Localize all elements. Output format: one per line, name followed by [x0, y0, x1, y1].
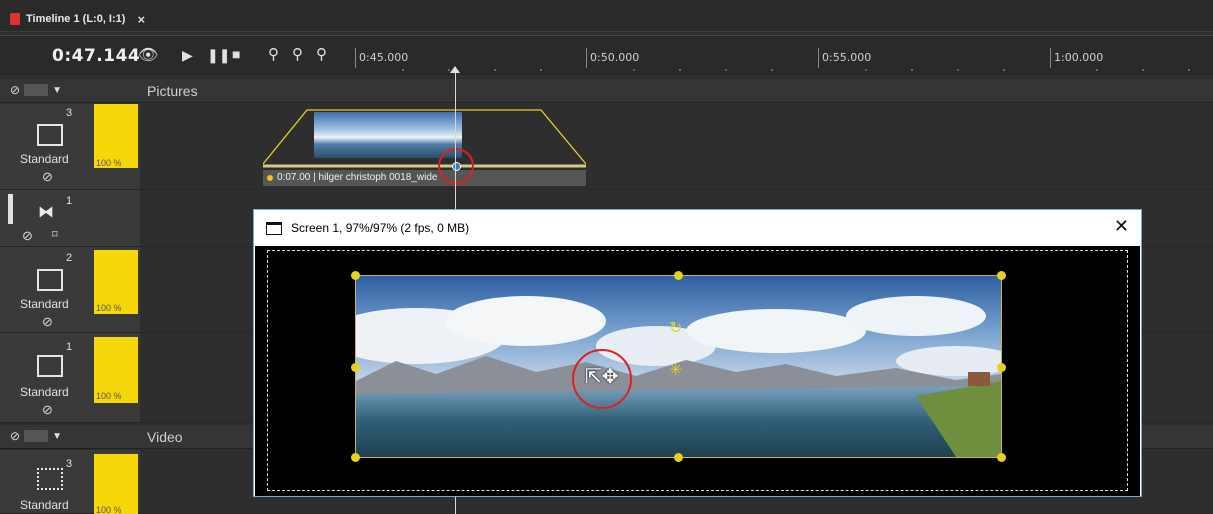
disable-icon[interactable]: ⊘	[42, 402, 53, 418]
track-header[interactable]: 3 Standard ⊘ 100 %	[0, 104, 140, 190]
eye-icon[interactable]: 👁	[138, 45, 158, 65]
track-number: 3	[66, 107, 73, 119]
clip-label-bar: 0:07.00 | hilger christoph 0018_wide	[263, 170, 586, 186]
move-cursor-icon: ⇱✥	[585, 366, 619, 388]
clip-thumbnail	[314, 112, 462, 158]
ruler-label: 0:45.000	[359, 51, 409, 64]
zoom-fit-icon[interactable]: ⚲	[292, 45, 303, 63]
disable-icon[interactable]: ⊘	[22, 228, 33, 244]
disable-icon[interactable]: ⊘	[10, 83, 20, 97]
timeline-panel: Timeline 1 (L:0, I:1) × 0:47.144 👁 ▶ ❚❚ …	[0, 0, 1213, 514]
grip-icon[interactable]	[24, 84, 49, 96]
marker-icon[interactable]: ⌑	[52, 228, 58, 241]
opacity-value: 100 %	[96, 391, 122, 401]
resize-handle[interactable]	[674, 271, 683, 280]
group-controls: ⊘ ▼	[10, 429, 62, 443]
track-header[interactable]: 3 Standard 100 %	[0, 450, 140, 514]
transition-icon: ⧓	[38, 204, 54, 221]
screen-title: Screen 1, 97%/97% (2 fps, 0 MB)	[291, 221, 470, 235]
zoom-out-icon[interactable]: ⚲	[316, 45, 327, 63]
image-clip[interactable]: 0:07.00 | hilger christoph 0018_wide	[263, 108, 586, 186]
ruler-tick	[818, 48, 819, 68]
disable-icon[interactable]: ⊘	[10, 429, 20, 443]
highlight-circle	[438, 148, 474, 184]
grip-icon[interactable]	[24, 430, 49, 442]
opacity-value: 100 %	[96, 505, 122, 514]
ruler-label: 0:50.000	[590, 51, 640, 64]
resize-handle[interactable]	[997, 271, 1006, 280]
ruler-label: 1:00.000	[1054, 51, 1104, 64]
ruler-tick	[586, 48, 587, 68]
track-header[interactable]: 2 Standard ⊘ 100 %	[0, 247, 140, 333]
disable-icon[interactable]: ⊘	[42, 314, 53, 330]
track-header[interactable]: ⧓ 1 ⊘ ⌑	[0, 190, 140, 247]
group-pictures[interactable]: ⊘ ▼ Pictures	[0, 79, 1213, 103]
resize-handle[interactable]	[997, 363, 1006, 372]
anchor-point-icon[interactable]: ✳	[669, 360, 682, 380]
resize-handle[interactable]	[351, 363, 360, 372]
tab-timeline[interactable]: Timeline 1 (L:0, I:1) ×	[10, 9, 145, 29]
chevron-down-icon[interactable]: ▼	[52, 431, 62, 442]
rotate-handle-icon[interactable]: ↻	[669, 318, 682, 338]
track-number: 3	[66, 458, 73, 470]
track-number: 1	[66, 341, 73, 353]
group-title: Pictures	[147, 83, 198, 99]
disable-icon[interactable]: ⊘	[42, 169, 53, 185]
current-time: 0:47.144	[52, 46, 141, 66]
tab-close-button[interactable]: ×	[137, 12, 145, 27]
image-track-icon	[37, 269, 63, 291]
chevron-down-icon[interactable]: ▼	[52, 85, 62, 96]
opacity-value: 100 %	[96, 303, 122, 313]
zoom-in-icon[interactable]: ⚲	[268, 45, 279, 63]
image-track-icon	[37, 124, 63, 146]
track-mode: Standard	[20, 385, 69, 399]
ruler-tick	[1050, 48, 1051, 68]
track-mode: Standard	[20, 498, 69, 512]
tab-bar: Timeline 1 (L:0, I:1) ×	[0, 0, 1213, 32]
track-mode: Standard	[20, 297, 69, 311]
keyframe-dot-icon	[267, 175, 273, 181]
tab-title: Timeline 1 (L:0, I:1)	[26, 13, 126, 25]
timeline-color-icon	[10, 13, 20, 25]
clip-label: 0:07.00 | hilger christoph 0018_wide	[277, 172, 438, 183]
opacity-value: 100 %	[96, 158, 122, 168]
video-track-icon	[37, 468, 63, 490]
stop-button[interactable]: ■	[232, 46, 240, 62]
ruler-tick	[355, 48, 356, 68]
screen-window[interactable]: Screen 1, 97%/97% (2 fps, 0 MB) ✕ ↻ ✳ ⇱✥	[253, 209, 1142, 497]
resize-handle[interactable]	[674, 453, 683, 462]
image-track-icon	[37, 355, 63, 377]
group-title: Video	[147, 429, 183, 445]
playhead-arrow-icon	[450, 66, 460, 73]
preview-area[interactable]: ↻ ✳ ⇱✥	[255, 246, 1140, 496]
resize-handle[interactable]	[351, 453, 360, 462]
resize-handle[interactable]	[351, 271, 360, 280]
screen-titlebar[interactable]: Screen 1, 97%/97% (2 fps, 0 MB) ✕	[254, 210, 1141, 246]
track-header[interactable]: 1 Standard ⊘ 100 %	[0, 333, 140, 423]
track-mode: Standard	[20, 152, 69, 166]
resize-handle[interactable]	[997, 453, 1006, 462]
screen-close-button[interactable]: ✕	[1114, 216, 1129, 237]
pause-button[interactable]: ❚❚	[207, 47, 230, 64]
track-number: 1	[66, 195, 73, 207]
play-button[interactable]: ▶	[182, 47, 193, 64]
ruler-label: 0:55.000	[822, 51, 872, 64]
window-icon	[266, 222, 282, 235]
group-controls: ⊘ ▼	[10, 83, 62, 97]
track-number: 2	[66, 252, 73, 264]
transport-bar: 0:47.144 👁 ▶ ❚❚ ■ ⚲ ⚲ ⚲ 0:45.000 0:50.00…	[0, 35, 1213, 75]
